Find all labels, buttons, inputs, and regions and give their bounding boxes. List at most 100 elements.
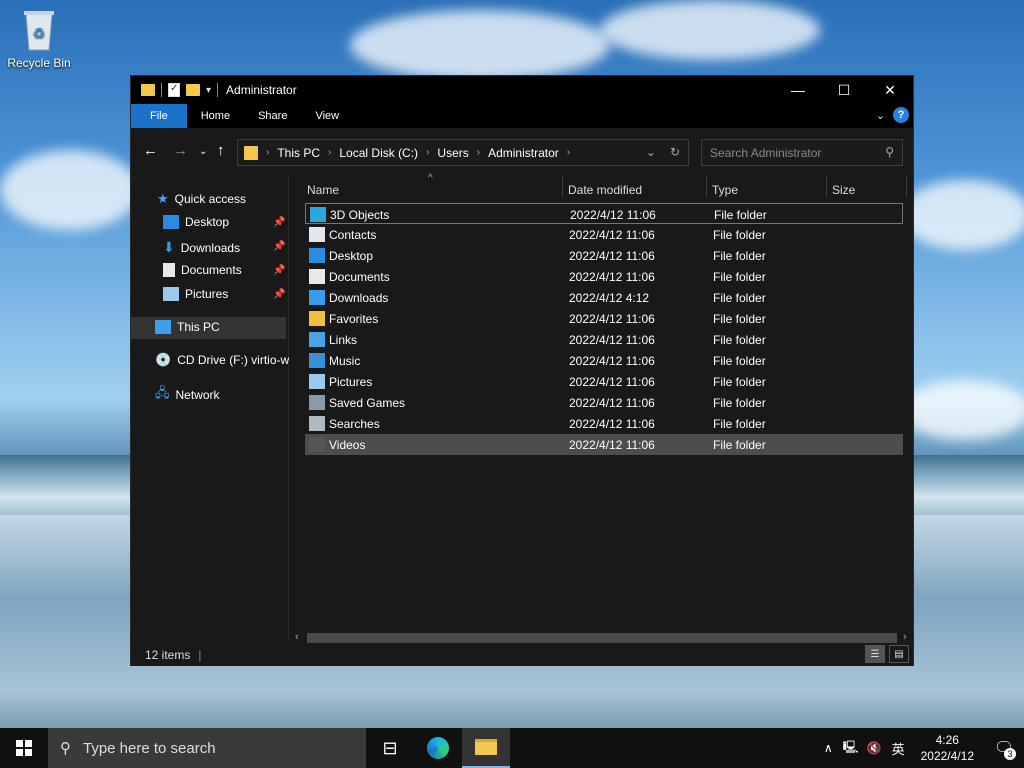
close-button[interactable]: ✕ (867, 76, 913, 104)
task-view-icon[interactable]: ⊟ (366, 728, 414, 768)
file-name: Documents (329, 270, 390, 284)
customize-qat-icon[interactable]: ▾ (206, 85, 211, 96)
table-row[interactable]: Downloads 2022/4/12 4:12 File folder (305, 287, 903, 308)
recycle-bin-icon: ♻ (20, 8, 58, 52)
file-type: File folder (713, 312, 766, 326)
nav-documents[interactable]: Documents (163, 263, 242, 277)
file-date-modified: 2022/4/12 11:06 (569, 228, 655, 242)
table-row[interactable]: Saved Games 2022/4/12 11:06 File folder (305, 392, 903, 413)
file-name: Videos (329, 438, 366, 452)
tab-view[interactable]: View (301, 104, 353, 128)
breadcrumb-local-disk[interactable]: Local Disk (C:) (339, 146, 418, 160)
file-explorer-taskbar-icon[interactable] (462, 728, 510, 768)
properties-icon[interactable] (168, 83, 180, 97)
column-size[interactable]: Size (832, 183, 855, 197)
action-center-button[interactable]: 🗨 3 (984, 728, 1024, 768)
svg-text:♻: ♻ (33, 25, 46, 41)
recent-locations-icon[interactable]: ⌄ (199, 146, 207, 157)
nav-quick-access[interactable]: ★ Quick access (157, 191, 246, 207)
nav-network[interactable]: 🖧 Network (155, 384, 220, 406)
tab-share[interactable]: Share (244, 104, 301, 128)
file-type: File folder (713, 375, 766, 389)
column-name[interactable]: Name (307, 183, 339, 197)
table-row[interactable]: Searches 2022/4/12 11:06 File folder (305, 413, 903, 434)
maximize-button[interactable]: ☐ (821, 76, 867, 104)
recycle-bin-label: Recycle Bin (7, 56, 71, 70)
input-method-indicator[interactable]: 英 (892, 739, 905, 758)
notification-count-badge: 3 (1004, 748, 1016, 760)
back-icon[interactable]: ← (143, 142, 158, 159)
file-name: Saved Games (329, 396, 406, 410)
file-date-modified: 2022/4/12 11:06 (569, 249, 655, 263)
scroll-right-icon[interactable]: › (903, 631, 907, 643)
nav-downloads[interactable]: ⬇ Downloads (163, 239, 240, 256)
clock-time: 4:26 (935, 733, 959, 747)
pin-icon[interactable]: 📌 (273, 241, 285, 252)
file-date-modified: 2022/4/12 11:06 (570, 208, 656, 222)
documents-icon (163, 263, 175, 277)
search-input[interactable]: Search Administrator ⚲ (701, 139, 903, 166)
folder-icon (141, 84, 155, 96)
desktop-icon (309, 248, 325, 263)
file-explorer-window: ▾ Administrator — ☐ ✕ File Home Share Vi… (130, 75, 914, 666)
table-row[interactable]: Links 2022/4/12 11:06 File folder (305, 329, 903, 350)
search-icon: ⚲ (60, 740, 71, 757)
documents-icon (309, 269, 325, 284)
file-type: File folder (713, 291, 766, 305)
address-bar[interactable]: › This PC › Local Disk (C:) › Users › Ad… (237, 139, 689, 166)
file-type: File folder (714, 208, 767, 222)
file-name: Contacts (329, 228, 377, 242)
table-row[interactable]: Videos 2022/4/12 11:06 File folder (305, 434, 903, 455)
help-icon[interactable]: ? (893, 107, 909, 123)
file-date-modified: 2022/4/12 11:06 (569, 270, 655, 284)
network-status-icon[interactable]: 🖳 (843, 738, 859, 759)
show-hidden-icons-icon[interactable]: ∧ (824, 741, 833, 755)
edge-browser-icon[interactable] (414, 728, 462, 768)
details-view-icon[interactable]: ☰ (865, 645, 885, 663)
table-row[interactable]: Favorites 2022/4/12 11:06 File folder (305, 308, 903, 329)
table-row[interactable]: Pictures 2022/4/12 11:06 File folder (305, 371, 903, 392)
file-name: Music (329, 354, 361, 368)
tab-home[interactable]: Home (187, 104, 244, 128)
column-date-modified[interactable]: Date modified (568, 183, 642, 197)
pin-icon[interactable]: 📌 (273, 289, 285, 300)
nav-pictures[interactable]: Pictures (163, 287, 228, 301)
breadcrumb-this-pc[interactable]: This PC (277, 146, 320, 160)
file-type: File folder (713, 417, 766, 431)
breadcrumb-administrator[interactable]: Administrator (488, 146, 559, 160)
table-row[interactable]: Documents 2022/4/12 11:06 File folder (305, 266, 903, 287)
expand-ribbon-icon[interactable]: ⌄ (876, 109, 885, 122)
tab-file[interactable]: File (131, 104, 187, 128)
refresh-icon[interactable]: ↻ (670, 145, 680, 159)
volume-muted-icon[interactable]: 🔇 (867, 741, 882, 755)
forward-icon[interactable]: → (173, 142, 188, 159)
pin-icon[interactable]: 📌 (273, 217, 285, 228)
minimize-button[interactable]: — (775, 76, 821, 104)
recycle-bin-shortcut[interactable]: ♻ Recycle Bin (6, 8, 72, 70)
file-type: File folder (713, 228, 766, 242)
breadcrumb-users[interactable]: Users (437, 146, 468, 160)
table-row[interactable]: 3D Objects 2022/4/12 11:06 File folder (305, 203, 903, 224)
table-row[interactable]: Contacts 2022/4/12 11:06 File folder (305, 224, 903, 245)
file-date-modified: 2022/4/12 11:06 (569, 333, 655, 347)
nav-desktop[interactable]: Desktop (163, 215, 229, 229)
up-icon[interactable]: ↑ (217, 142, 225, 159)
address-dropdown-icon[interactable]: ⌄ (646, 145, 656, 159)
table-row[interactable]: Desktop 2022/4/12 11:06 File folder (305, 245, 903, 266)
pin-icon[interactable]: 📌 (273, 265, 285, 276)
nav-cd-drive[interactable]: 💿 CD Drive (F:) virtio-w (155, 352, 289, 368)
file-date-modified: 2022/4/12 11:06 (569, 396, 655, 410)
navigation-bar: ← → ⌄ ↑ › This PC › Local Disk (C:) › Us… (131, 128, 913, 175)
search-icon: ⚲ (885, 145, 894, 159)
start-button[interactable] (0, 728, 48, 768)
large-icons-view-icon[interactable]: ▤ (889, 645, 909, 663)
column-type[interactable]: Type (712, 183, 738, 197)
nav-this-pc[interactable]: This PC (155, 320, 220, 334)
file-type: File folder (713, 396, 766, 410)
status-bar: 12 items | ☰ ▤ (131, 643, 913, 666)
taskbar-search-box[interactable]: ⚲ Type here to search (48, 728, 366, 768)
scroll-left-icon[interactable]: ‹ (295, 631, 299, 643)
new-folder-icon[interactable] (186, 84, 200, 96)
clock[interactable]: 4:26 2022/4/12 (921, 732, 974, 764)
table-row[interactable]: Music 2022/4/12 11:06 File folder (305, 350, 903, 371)
